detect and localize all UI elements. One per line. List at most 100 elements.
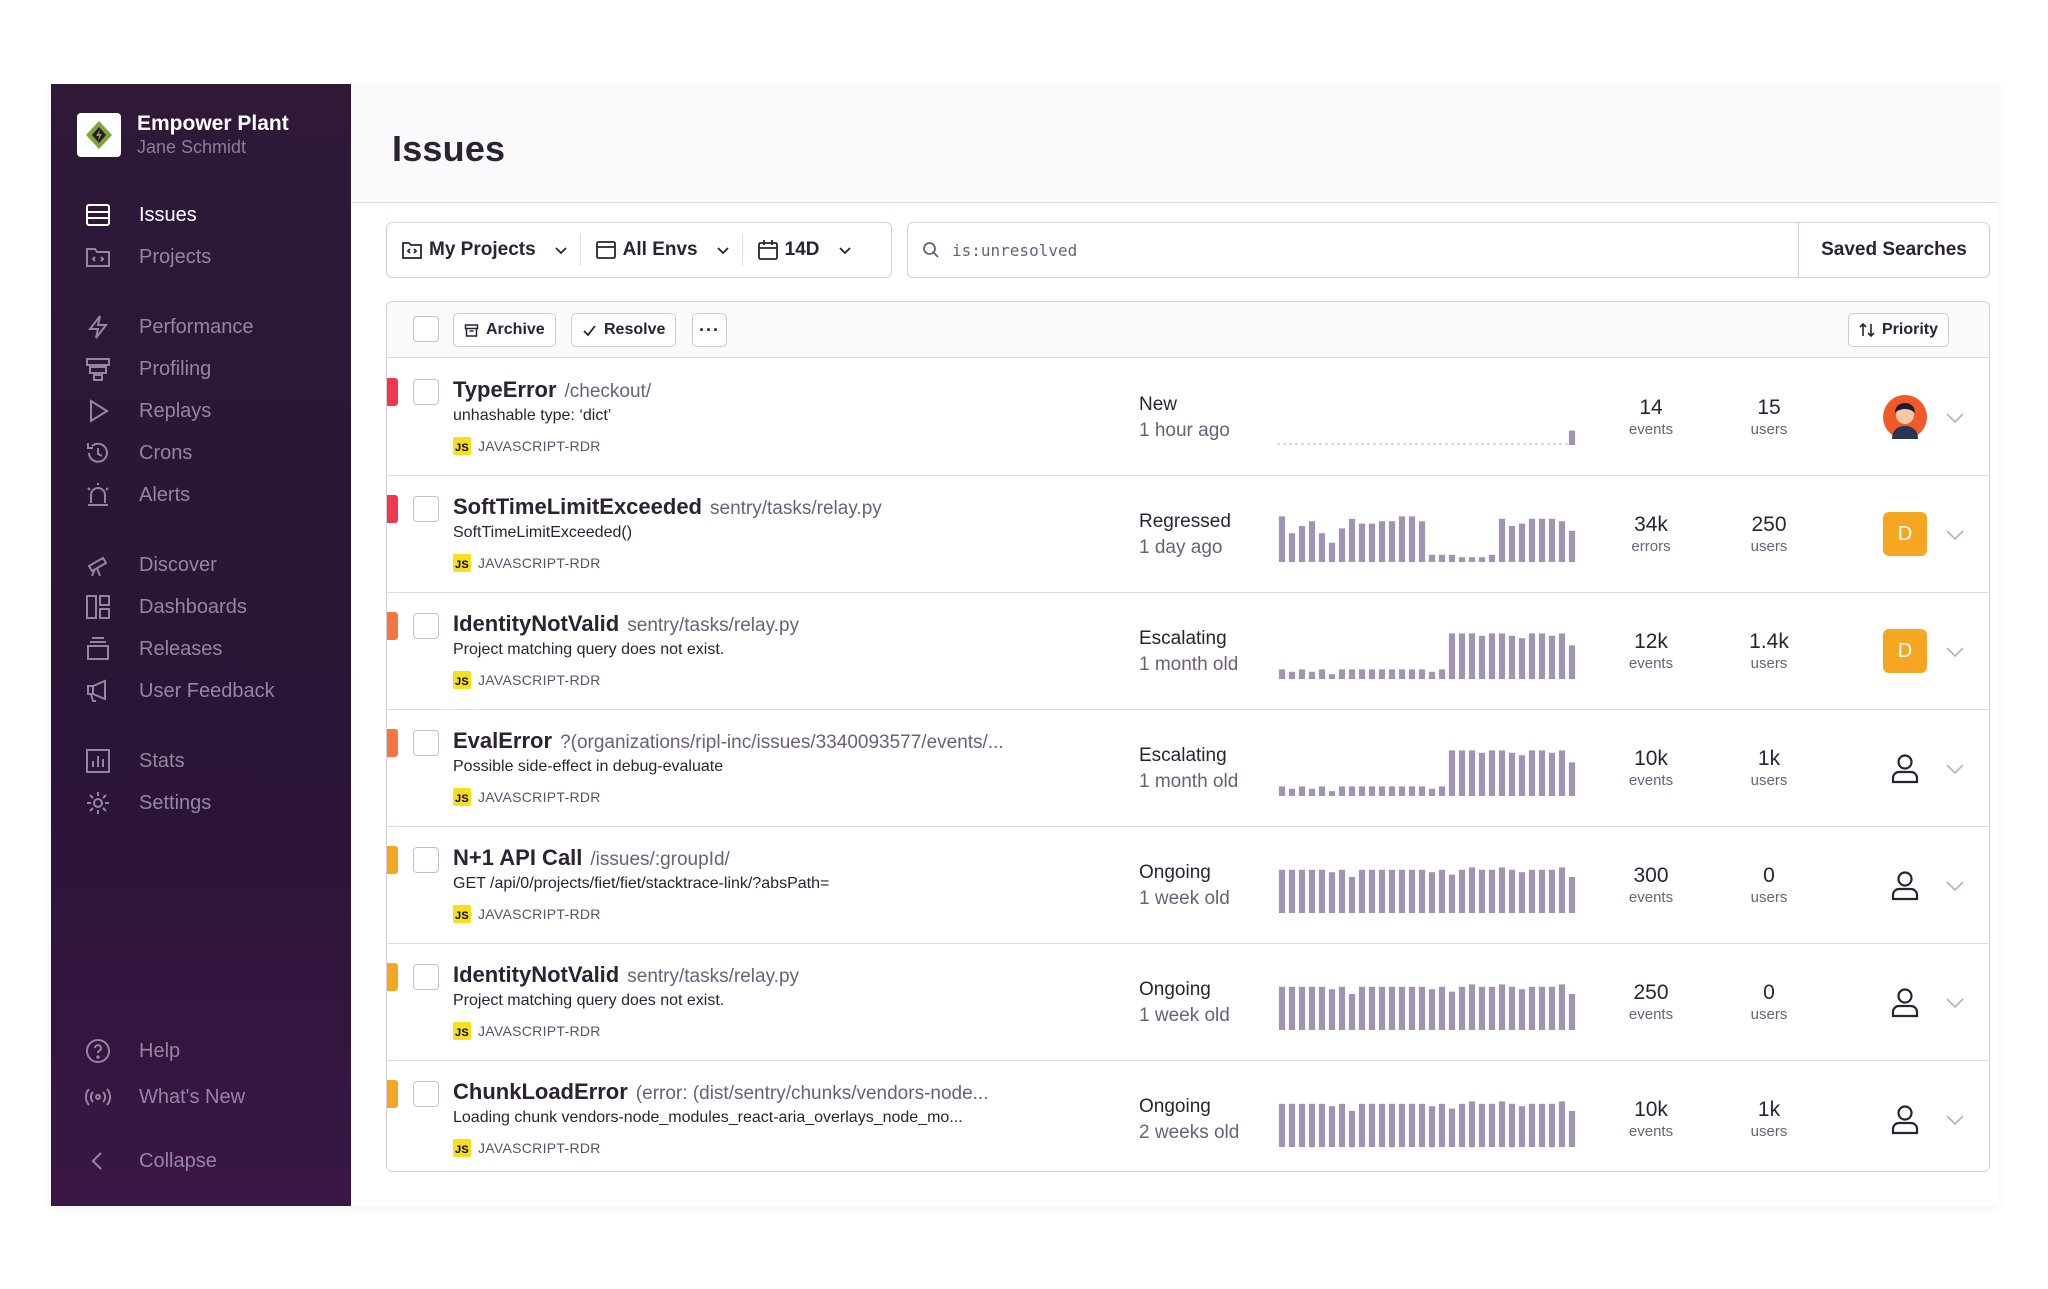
sparkline-bar [1308,986,1316,1030]
sparkline-bar [1308,788,1316,796]
sidebar-item-releases[interactable]: Releases [85,634,222,664]
sidebar-item-replays[interactable]: Replays [85,396,211,426]
issue-location: sentry/tasks/relay.py [627,615,800,636]
issue-row[interactable]: TypeError/checkout/ unhashable type: ‘di… [387,359,1989,476]
issue-title[interactable]: IdentityNotValid [453,611,619,636]
resolve-button[interactable]: Resolve [571,313,677,347]
chevron-down-icon[interactable] [1945,762,1965,776]
sparkline-bar [1318,1103,1326,1147]
issue-title-line[interactable]: SoftTimeLimitExceeded sentry/tasks/relay.… [453,494,882,520]
event-count-value: 10k [1634,747,1668,770]
issue-location: /checkout/ [564,381,652,402]
issue-title-line[interactable]: IdentityNotValid sentry/tasks/relay.py [453,962,799,988]
assignee-initial-badge[interactable]: D [1883,629,1927,673]
issue-checkbox[interactable] [413,1081,439,1107]
sidebar-item-whats-new[interactable]: What's New [85,1082,245,1112]
issue-row[interactable]: ChunkLoadError (error: (dist/sentry/chunk… [387,1061,1989,1171]
sidebar-collapse-button[interactable]: Collapse [85,1146,217,1176]
issue-title-line[interactable]: ChunkLoadError (error: (dist/sentry/chunk… [453,1079,989,1105]
issue-title-line[interactable]: EvalError ?(organizations/ripl-inc/issues… [453,728,1004,754]
issue-title-line[interactable]: IdentityNotValid sentry/tasks/relay.py [453,611,799,637]
environment-filter[interactable]: All Envs [581,223,742,277]
broadcast-icon [85,1084,111,1110]
unassigned-button[interactable] [1883,980,1927,1024]
issue-checkbox[interactable] [413,730,439,756]
dashboard-icon [85,594,111,620]
unassigned-button[interactable] [1883,1097,1927,1141]
chevron-down-icon[interactable] [1945,996,1965,1010]
select-all-checkbox[interactable] [413,316,439,342]
sidebar-item-label: Settings [139,791,212,814]
issue-status: Regressed 1 day ago [1139,509,1231,561]
sidebar-item-crons[interactable]: Crons [85,438,192,468]
issue-row[interactable]: SoftTimeLimitExceeded sentry/tasks/relay.… [387,476,1989,593]
sparkline-bar [1298,669,1306,679]
sparkline-bar [1478,557,1486,562]
issue-row[interactable]: IdentityNotValid sentry/tasks/relay.py Pr… [387,944,1989,1061]
sidebar-item-issues[interactable]: Issues [85,200,197,230]
issue-title[interactable]: SoftTimeLimitExceeded [453,494,702,519]
unassigned-button[interactable] [1883,863,1927,907]
issues-toolbar: Archive Resolve ··· Priority [387,302,1989,358]
play-icon [85,398,111,424]
user-count-label: users [1750,772,1788,789]
issue-row[interactable]: EvalError ?(organizations/ripl-inc/issues… [387,710,1989,827]
assignee-avatar[interactable] [1883,395,1927,439]
issue-title[interactable]: ChunkLoadError [453,1079,628,1104]
issue-checkbox[interactable] [413,847,439,873]
project-folder-icon [402,242,422,259]
chevron-down-icon[interactable] [1945,411,1965,425]
project-filter[interactable]: My Projects [387,223,580,277]
assignee-initial-badge[interactable]: D [1883,512,1927,556]
unassigned-button[interactable] [1883,746,1927,790]
issue-checkbox[interactable] [413,613,439,639]
issue-row[interactable]: N+1 API Call/issues/:groupId/ GET /api/0… [387,827,1989,944]
ellipsis-icon: ··· [699,319,720,340]
issue-row[interactable]: IdentityNotValid sentry/tasks/relay.py Pr… [387,593,1989,710]
issue-title[interactable]: TypeError [453,377,557,402]
sidebar-item-alerts[interactable]: Alerts [85,480,190,510]
sidebar-item-label: Performance [139,315,254,338]
sparkline-bar [1408,669,1416,679]
sidebar-item-settings[interactable]: Settings [85,788,211,818]
user-count-label: users [1750,655,1788,672]
sparkline-bar [1528,1103,1536,1147]
issue-checkbox[interactable] [413,379,439,405]
issue-title[interactable]: IdentityNotValid [453,962,619,987]
sidebar-item-projects[interactable]: Projects [85,242,211,272]
sidebar-item-performance[interactable]: Performance [85,312,254,342]
sparkline-bar [1308,671,1316,679]
date-filter[interactable]: 14D [743,223,864,277]
issue-title[interactable]: EvalError [453,728,552,753]
sort-priority-button[interactable]: Priority [1848,313,1950,347]
org-user: Jane Schmidt [137,137,247,157]
saved-searches-button[interactable]: Saved Searches [1798,223,1989,277]
sidebar-item-discover[interactable]: Discover [85,550,217,580]
sparkline-bar [1458,557,1466,562]
issue-checkbox[interactable] [413,964,439,990]
sidebar-item-label: Projects [139,245,212,268]
issue-title[interactable]: N+1 API Call [453,845,582,870]
sidebar-item-profiling[interactable]: Profiling [85,354,211,384]
org-switcher[interactable]: Empower Plant Jane Schmidt [77,112,289,158]
sparkline-bar [1478,635,1486,679]
issue-title-line[interactable]: TypeError/checkout/ [453,377,651,403]
issue-title-line[interactable]: N+1 API Call/issues/:groupId/ [453,845,730,871]
sparkline-bar [1378,869,1386,913]
chevron-down-icon[interactable] [1945,1113,1965,1127]
chevron-down-icon[interactable] [1945,528,1965,542]
sidebar-item-stats[interactable]: Stats [85,746,185,776]
chevron-down-icon[interactable] [1945,879,1965,893]
user-count: 0 users [1714,865,1824,909]
chevron-down-icon[interactable] [1945,645,1965,659]
priority-indicator [387,378,398,406]
archive-button[interactable]: Archive [453,313,556,347]
sidebar-item-help[interactable]: Help [85,1036,180,1066]
event-count: 14 events [1596,397,1706,441]
sparkline-bar [1558,984,1566,1030]
search-input[interactable]: is:unresolved [908,223,1798,277]
sidebar-item-user-feedback[interactable]: User Feedback [85,676,275,706]
sidebar-item-dashboards[interactable]: Dashboards [85,592,247,622]
issue-checkbox[interactable] [413,496,439,522]
more-actions-button[interactable]: ··· [692,313,727,347]
